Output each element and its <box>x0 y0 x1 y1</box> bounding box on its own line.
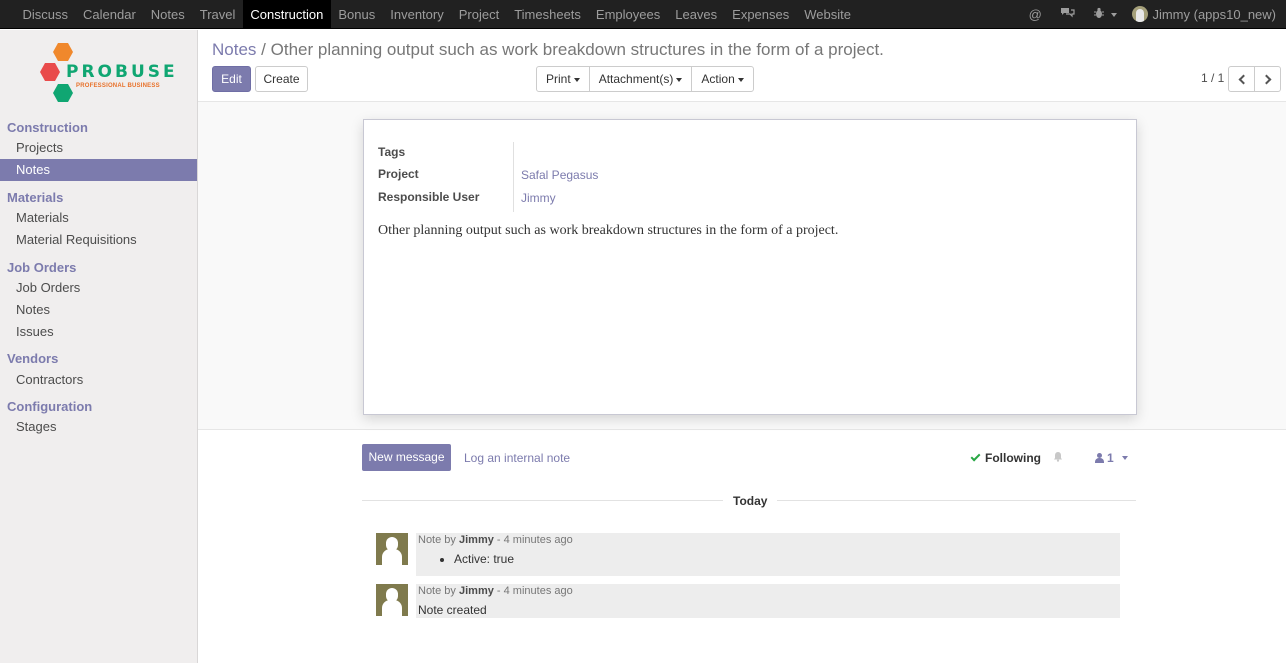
message-body: Note by Jimmy - 4 minutes ago Active: tr… <box>416 533 1120 576</box>
section-job-orders: Job Orders <box>7 260 77 275</box>
date-separator: Today <box>723 494 778 508</box>
create-button[interactable]: Create <box>255 66 308 92</box>
sidebar-item-materials[interactable]: Materials <box>0 207 197 229</box>
message-meta: Note by Jimmy - 4 minutes ago <box>418 585 573 597</box>
edit-button[interactable]: Edit <box>212 66 251 92</box>
tracking-value: Active: true <box>454 551 1120 568</box>
avatar[interactable] <box>376 584 408 616</box>
top-menu-bar: Discuss Calendar Notes Travel Constructi… <box>0 0 1286 29</box>
sidebar-item-notes[interactable]: Notes <box>0 159 197 181</box>
new-message-button[interactable]: New message <box>362 444 451 471</box>
section-materials: Materials <box>7 190 64 205</box>
user-name: Jimmy (apps10_new) <box>1152 6 1276 22</box>
avatar[interactable] <box>376 533 408 565</box>
avatar <box>1132 6 1149 22</box>
breadcrumb-notes-link[interactable]: Notes <box>212 40 256 59</box>
log-note-button[interactable]: Log an internal note <box>464 451 570 465</box>
message-meta: Note by Jimmy - 4 minutes ago <box>418 534 573 546</box>
sidebar-item-contractors[interactable]: Contractors <box>0 369 197 391</box>
form-sheet: Tags Project Safal Pegasus Responsible U… <box>363 119 1137 415</box>
action-dropdown[interactable]: Action <box>691 66 754 92</box>
sidebar-item-projects[interactable]: Projects <box>0 137 197 159</box>
menu-travel[interactable]: Travel <box>192 0 243 28</box>
breadcrumb-current: Other planning output such as work break… <box>270 40 884 59</box>
menu-bonus[interactable]: Bonus <box>331 0 383 28</box>
tags-label: Tags <box>378 145 406 159</box>
responsible-user-label: Responsible User <box>378 190 480 204</box>
sidebar-item-job-orders[interactable]: Job Orders <box>0 277 197 299</box>
pager-next-button[interactable] <box>1254 66 1281 92</box>
sidebar-actions: Print Attachment(s) Action <box>536 66 754 92</box>
message-author[interactable]: Jimmy <box>459 534 494 546</box>
chevron-down-icon <box>737 77 744 82</box>
following-button[interactable]: Following <box>970 451 1063 465</box>
menu-expenses[interactable]: Expenses <box>725 0 797 28</box>
responsible-user-link[interactable]: Jimmy <box>521 191 556 205</box>
sidebar-item-stages[interactable]: Stages <box>0 416 197 438</box>
menu-inventory[interactable]: Inventory <box>383 0 451 28</box>
menu-timesheets[interactable]: Timesheets <box>507 0 589 28</box>
note-body: Other planning output such as work break… <box>378 223 839 238</box>
user-menu[interactable]: Jimmy (apps10_new) <box>1132 6 1276 22</box>
at-icon[interactable]: @ <box>1029 7 1042 22</box>
logo-brand: PROBUSE <box>66 62 178 82</box>
company-logo[interactable]: PROBUSE PROFESSIONAL BUSINESS <box>38 40 175 110</box>
form-view: Tags Project Safal Pegasus Responsible U… <box>198 101 1286 430</box>
section-configuration: Configuration <box>7 399 93 414</box>
message-text: Note created <box>418 603 487 617</box>
menu-employees[interactable]: Employees <box>588 0 667 28</box>
menu-construction[interactable]: Construction <box>242 0 331 28</box>
print-dropdown[interactable]: Print <box>536 66 590 92</box>
breadcrumb-separator: / <box>261 40 266 59</box>
project-link[interactable]: Safal Pegasus <box>521 168 598 182</box>
sidebar-item-job-notes[interactable]: Notes <box>0 299 197 321</box>
chatter-message: Note by Jimmy - 4 minutes ago Active: tr… <box>376 533 1122 576</box>
app-menu: Discuss Calendar Notes Travel Constructi… <box>0 0 858 28</box>
message-time: - 4 minutes ago <box>496 585 573 597</box>
sidebar-item-material-requisitions[interactable]: Material Requisitions <box>0 229 197 251</box>
systray: @ Jimmy (apps10_new) <box>1020 0 1286 28</box>
pager-value: 1 / 1 <box>1201 71 1225 85</box>
sidebar: PROBUSE PROFESSIONAL BUSINESS Constructi… <box>0 30 198 663</box>
menu-notes[interactable]: Notes <box>143 0 192 28</box>
chatter-message: Note by Jimmy - 4 minutes ago Note creat… <box>376 584 1122 618</box>
pager-previous-button[interactable] <box>1228 66 1255 92</box>
chat-icon[interactable] <box>1060 7 1075 22</box>
bell-icon[interactable] <box>1053 451 1063 465</box>
chevron-down-icon <box>1121 456 1128 460</box>
chevron-left-icon <box>1238 74 1248 84</box>
field-separator <box>513 142 514 212</box>
breadcrumb: Notes / Other planning output such as wo… <box>212 40 884 60</box>
followers-dropdown[interactable]: 1 <box>1095 451 1128 465</box>
message-author[interactable]: Jimmy <box>459 585 494 597</box>
logo-tagline: PROFESSIONAL BUSINESS <box>76 83 160 89</box>
check-icon <box>970 451 981 462</box>
section-construction: Construction <box>7 120 88 135</box>
user-icon <box>1095 453 1104 463</box>
attachments-dropdown[interactable]: Attachment(s) <box>588 66 693 92</box>
message-body: Note by Jimmy - 4 minutes ago Note creat… <box>416 584 1120 618</box>
menu-leaves[interactable]: Leaves <box>668 0 725 28</box>
main-content: Notes / Other planning output such as wo… <box>198 30 1286 663</box>
message-time: - 4 minutes ago <box>496 534 573 546</box>
section-vendors: Vendors <box>7 351 59 366</box>
menu-discuss[interactable]: Discuss <box>15 0 76 28</box>
menu-calendar[interactable]: Calendar <box>76 0 144 28</box>
menu-project[interactable]: Project <box>451 0 506 28</box>
sidebar-item-issues[interactable]: Issues <box>0 321 197 343</box>
chevron-down-icon <box>676 77 683 82</box>
chevron-right-icon <box>1261 74 1271 84</box>
chevron-down-icon <box>573 77 580 82</box>
project-label: Project <box>378 167 419 181</box>
menu-website[interactable]: Website <box>797 0 859 28</box>
chevron-down-icon <box>1111 13 1118 18</box>
bug-icon[interactable] <box>1093 7 1118 22</box>
